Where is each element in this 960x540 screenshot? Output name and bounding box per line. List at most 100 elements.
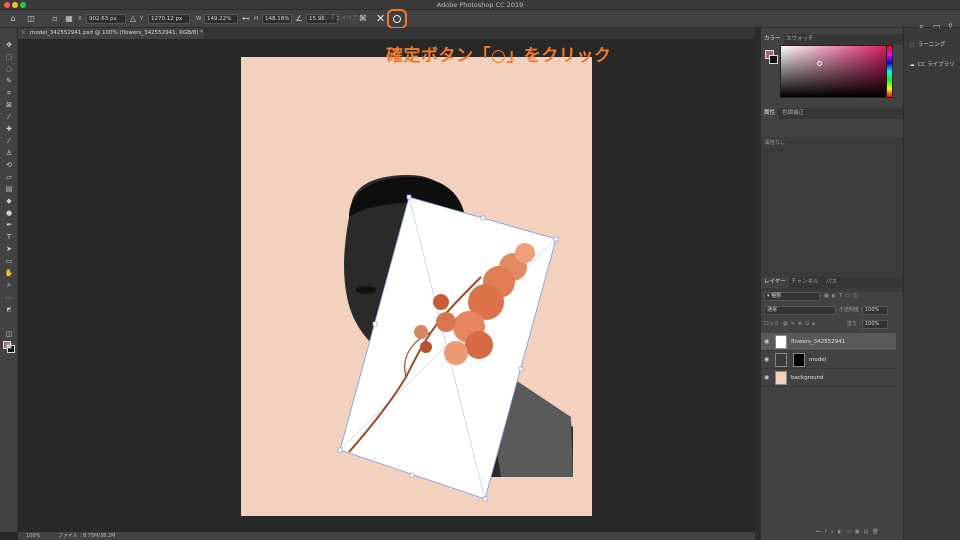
layer-name[interactable]: model (809, 351, 826, 369)
home-icon[interactable]: ⌂ (8, 14, 18, 24)
warp-icon[interactable]: ⌘ (358, 14, 368, 24)
tools-panel: ✥ ⬚ ◌ ✎ ⌗ ⊠ ⁄ ✚ ⁄ ♙ ⟲ ▱ ▤ ◆ ● ✒ T ➤ ▭ ✋ … (0, 28, 18, 532)
clone-stamp-tool-icon[interactable]: ♙ (4, 149, 14, 158)
frame-tool-icon[interactable]: ⊠ (4, 101, 14, 110)
properties-panel-body: 属性なし (761, 137, 904, 292)
layer-row[interactable]: ◉ flowers_342552941 (761, 333, 896, 351)
dodge-tool-icon[interactable]: ● (4, 209, 14, 218)
visibility-eye-icon[interactable]: ◉ (764, 374, 769, 381)
document-canvas[interactable] (241, 57, 592, 516)
gradient-tool-icon[interactable]: ▤ (4, 185, 14, 194)
fill-field[interactable]: 100% (862, 320, 888, 329)
zoom-level[interactable]: 100% (26, 532, 40, 540)
tab-paths[interactable]: パス (823, 277, 840, 288)
h-label: H (254, 16, 259, 22)
angle-icon: ∠ (295, 14, 303, 23)
width-field[interactable]: 149.22% (204, 14, 238, 24)
history-brush-tool-icon[interactable]: ⟲ (4, 161, 14, 170)
hand-tool-icon[interactable]: ✋ (4, 269, 14, 278)
screen-mode-icon[interactable]: ▣ (4, 342, 14, 351)
layer-row[interactable]: ◉ model (761, 351, 896, 369)
healing-brush-tool-icon[interactable]: ✚ (4, 125, 14, 134)
reference-grid-icon[interactable]: ▦ (64, 14, 74, 24)
color-picker-field[interactable] (780, 45, 892, 98)
link-icon[interactable]: ⊷ (241, 14, 251, 24)
right-panels: カラー スウォッチ 属性 色調補正 属性なし レイヤー チャンネル パス ▾ 種… (760, 28, 904, 540)
tab-color[interactable]: カラー (761, 34, 784, 45)
lasso-tool-icon[interactable]: ◌ (4, 65, 14, 74)
status-bar: 100% ファイル : 8.75M/38.2M (18, 532, 755, 540)
shape-tool-icon[interactable]: ▭ (4, 257, 14, 266)
crop-tool-icon[interactable]: ⌗ (4, 89, 14, 98)
pen-tool-icon[interactable]: ✒ (4, 221, 14, 230)
close-tab-icon[interactable]: × (21, 28, 26, 39)
y-position-field[interactable]: 1270.12 px (148, 14, 190, 24)
layer-footer-icons[interactable]: ⊷fx◐▭▣▤🗑︎ (816, 528, 883, 537)
fill-label: 塗り : (847, 321, 861, 327)
properties-panel-tabs: 属性 色調補正 (761, 108, 904, 119)
color-picker-cursor[interactable] (817, 61, 822, 66)
properties-empty-text: 属性なし (765, 140, 786, 146)
layer-row[interactable]: ◉ background (761, 369, 896, 387)
blur-tool-icon[interactable]: ◆ (4, 197, 14, 206)
eyedropper-tool-icon[interactable]: ⁄ (4, 113, 14, 122)
move-tool-icon[interactable]: ✥ (4, 41, 14, 50)
lock-icons[interactable]: ▦✎✥⊡🔒︎ (783, 320, 818, 329)
file-info[interactable]: ファイル : 8.75M/38.2M (58, 532, 115, 540)
tab-channels[interactable]: チャンネル (788, 277, 821, 288)
tab-swatches[interactable]: スウォッチ (783, 34, 817, 45)
eraser-tool-icon[interactable]: ▱ (4, 173, 14, 182)
tab-layers[interactable]: レイヤー (761, 277, 789, 288)
path-selection-tool-icon[interactable]: ➤ (4, 245, 14, 254)
quick-selection-tool-icon[interactable]: ✎ (4, 77, 14, 86)
cloud-icon: ☁ (909, 62, 915, 68)
document-tab-bar: × model_342552941.psd @ 100% (flowers_34… (18, 28, 755, 39)
commit-transform-button[interactable] (387, 9, 407, 29)
layer-thumbnail (775, 353, 787, 367)
tab-adjustments[interactable]: 色調補正 (779, 108, 807, 119)
canvas-artwork (337, 175, 573, 502)
layer-filter-icons[interactable]: ▣◐T▭◫ (824, 292, 861, 301)
w-label: W (196, 16, 202, 22)
quick-mask-icon[interactable]: ◫ (4, 330, 14, 339)
title-bar: Adobe Photoshop CC 2019 (0, 0, 960, 10)
type-tool-icon[interactable]: T (4, 233, 14, 242)
layer-name[interactable]: background (791, 369, 824, 387)
zoom-tool-icon[interactable]: ⌕ (4, 281, 14, 290)
visibility-eye-icon[interactable]: ◉ (764, 338, 769, 345)
visibility-eye-icon[interactable]: ◉ (764, 356, 769, 363)
layer-name[interactable]: flowers_342552941 (791, 333, 845, 351)
lightbulb-icon: ◌ (909, 42, 915, 48)
cc-libraries-label: CC ライブラリ (917, 62, 955, 68)
annotation-text: 確定ボタン「○」をクリック (386, 46, 612, 66)
opacity-field[interactable]: 100% (862, 306, 888, 315)
layer-thumbnail (775, 335, 787, 349)
marquee-tool-icon[interactable]: ⬚ (4, 53, 14, 62)
lock-label: ロック : (764, 321, 783, 327)
window-title: Adobe Photoshop CC 2019 (436, 1, 524, 9)
side-panel-dock: ◌ ラーニング ☁ CC ライブラリ (903, 28, 960, 540)
default-colors-icon[interactable]: ◩ (4, 306, 14, 315)
tool-preset-icon[interactable]: ◫ (26, 14, 36, 24)
cancel-transform-button[interactable]: ✕ (376, 11, 385, 27)
layer-filter-select[interactable]: ▾ 種類 (764, 292, 820, 301)
blend-mode-select[interactable]: 通常 (764, 306, 836, 315)
tab-properties[interactable]: 属性 (761, 108, 779, 119)
x-label: X (78, 16, 82, 22)
relative-position-icon[interactable]: △ (128, 14, 138, 24)
brush-tool-icon[interactable]: ⁄ (4, 137, 14, 146)
hue-slider[interactable] (886, 45, 893, 98)
interpolation-select[interactable]: アンチエイリアス (313, 14, 363, 24)
learn-panel-button[interactable]: ◌ ラーニング (908, 40, 946, 48)
document-tab[interactable]: × model_342552941.psd @ 100% (flowers_34… (18, 28, 204, 39)
reference-point-icon[interactable]: ▫ (50, 14, 60, 24)
options-bar: ⌂ ◫ ▫ ▦ X 902.63 px △ Y 1270.12 px W 149… (0, 10, 960, 31)
height-field[interactable]: 148.18% (262, 14, 292, 24)
circle-icon (393, 15, 401, 23)
more-tools-icon[interactable]: ⋯ (4, 294, 14, 303)
x-position-field[interactable]: 902.63 px (86, 14, 126, 24)
cc-libraries-panel-button[interactable]: ☁ CC ライブラリ (908, 60, 955, 68)
color-panel-background[interactable] (769, 55, 778, 64)
layer-mask-thumbnail[interactable] (793, 353, 805, 367)
color-panel-tabs: カラー スウォッチ (761, 34, 904, 45)
